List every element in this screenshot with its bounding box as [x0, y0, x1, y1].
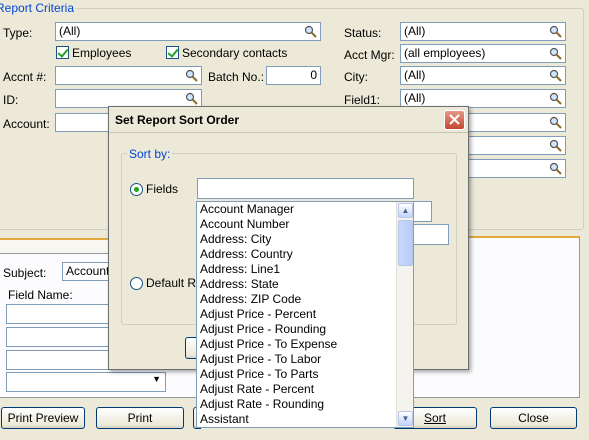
vertical-scrollbar[interactable]: ▲ ▼: [396, 202, 413, 427]
accnt-field[interactable]: [55, 66, 202, 85]
list-item[interactable]: Adjust Price - Percent: [197, 307, 413, 322]
employees-checkbox[interactable]: [56, 46, 69, 59]
type-label: Type:: [3, 26, 33, 40]
field-name-3[interactable]: [6, 350, 110, 370]
close-button[interactable]: Close: [490, 407, 577, 429]
scroll-up-icon[interactable]: ▲: [398, 203, 413, 218]
list-item[interactable]: Address: State: [197, 277, 413, 292]
print-preview-button[interactable]: Print Preview: [1, 407, 85, 429]
list-item[interactable]: Adjust Price - To Expense: [197, 337, 413, 352]
acct-mgr-value: (all employees): [404, 46, 486, 60]
search-icon[interactable]: [549, 139, 562, 152]
batch-value: 0: [310, 68, 317, 82]
list-item[interactable]: Adjust Rate - Percent: [197, 382, 413, 397]
search-icon[interactable]: [185, 69, 198, 82]
list-item[interactable]: Adjust Price - To Labor: [197, 352, 413, 367]
field-name-2[interactable]: [6, 327, 110, 347]
search-icon[interactable]: [549, 47, 562, 60]
field-name-1[interactable]: [6, 304, 110, 324]
status-label: Status:: [344, 26, 382, 40]
type-field[interactable]: (All): [55, 22, 321, 41]
search-icon[interactable]: [549, 116, 562, 129]
search-icon[interactable]: [549, 92, 562, 105]
list-item[interactable]: Adjust Rate - Rounding: [197, 397, 413, 412]
secondary-contacts-checkbox[interactable]: [166, 46, 179, 59]
accnt-label: Accnt #:: [3, 70, 47, 84]
listbox-items: Account Manager Account Number Address: Ci…: [197, 202, 413, 427]
fields-listbox[interactable]: Account Manager Account Number Address: Ci…: [196, 201, 414, 428]
list-item[interactable]: Adjust Price - To Parts: [197, 367, 413, 382]
field1-value: (All): [404, 91, 426, 105]
type-value: (All): [59, 24, 81, 38]
default-label: Default R: [146, 276, 197, 290]
batch-label: Batch No.:: [208, 70, 265, 84]
subject-field[interactable]: Account: [62, 262, 112, 281]
field-name-4[interactable]: ▼: [6, 372, 166, 392]
scroll-down-icon[interactable]: ▼: [398, 411, 413, 426]
field-name-label: Field Name:: [8, 288, 73, 302]
status-value: (All): [404, 24, 426, 38]
default-radio[interactable]: [130, 277, 143, 290]
secondary-contacts-label: Secondary contacts: [182, 46, 288, 60]
close-icon[interactable]: [444, 110, 465, 130]
fields-label: Fields: [146, 182, 179, 196]
tab-strip-right: [468, 236, 580, 254]
search-icon[interactable]: [549, 25, 562, 38]
list-item[interactable]: Address: City: [197, 232, 413, 247]
tab-strip: [0, 238, 110, 254]
field1-label: Field1:: [344, 93, 381, 107]
search-icon[interactable]: [185, 92, 198, 105]
search-icon[interactable]: [549, 162, 562, 175]
acct-mgr-field[interactable]: (all employees): [400, 44, 566, 63]
status-field[interactable]: (All): [400, 22, 566, 41]
fields-dropdown[interactable]: [197, 178, 414, 199]
id-label: ID:: [3, 93, 19, 107]
batch-field[interactable]: 0: [266, 66, 321, 85]
dialog-title-text: Set Report Sort Order: [115, 113, 240, 127]
acct-mgr-label: Acct Mgr:: [344, 48, 395, 62]
city-value: (All): [404, 68, 426, 82]
sort-by-legend: Sort by:: [127, 147, 173, 161]
account-label: Account:: [3, 117, 50, 131]
scroll-thumb[interactable]: [398, 220, 413, 266]
city-field[interactable]: (All): [400, 66, 566, 85]
subject-label: Subject:: [3, 266, 47, 280]
list-item[interactable]: Account Number: [197, 217, 413, 232]
search-icon[interactable]: [304, 25, 317, 38]
fields-radio[interactable]: [130, 183, 143, 196]
list-item[interactable]: Account Manager: [197, 202, 413, 217]
account-field[interactable]: [55, 113, 115, 132]
list-item[interactable]: Address: ZIP Code: [197, 292, 413, 307]
city-label: City:: [344, 70, 368, 84]
dialog-title: Set Report Sort Order: [109, 107, 468, 133]
chevron-down-icon[interactable]: ▼: [152, 374, 161, 384]
list-item[interactable]: Address: Country: [197, 247, 413, 262]
report-criteria-legend: Report Criteria: [0, 1, 77, 15]
list-item[interactable]: Assistant: [197, 412, 413, 427]
subject-value: Account: [66, 264, 110, 278]
list-item[interactable]: Adjust Price - Rounding: [197, 322, 413, 337]
employees-label: Employees: [72, 46, 132, 60]
search-icon[interactable]: [549, 69, 562, 82]
print-button[interactable]: Print: [96, 407, 184, 429]
list-item[interactable]: Address: Line1: [197, 262, 413, 277]
